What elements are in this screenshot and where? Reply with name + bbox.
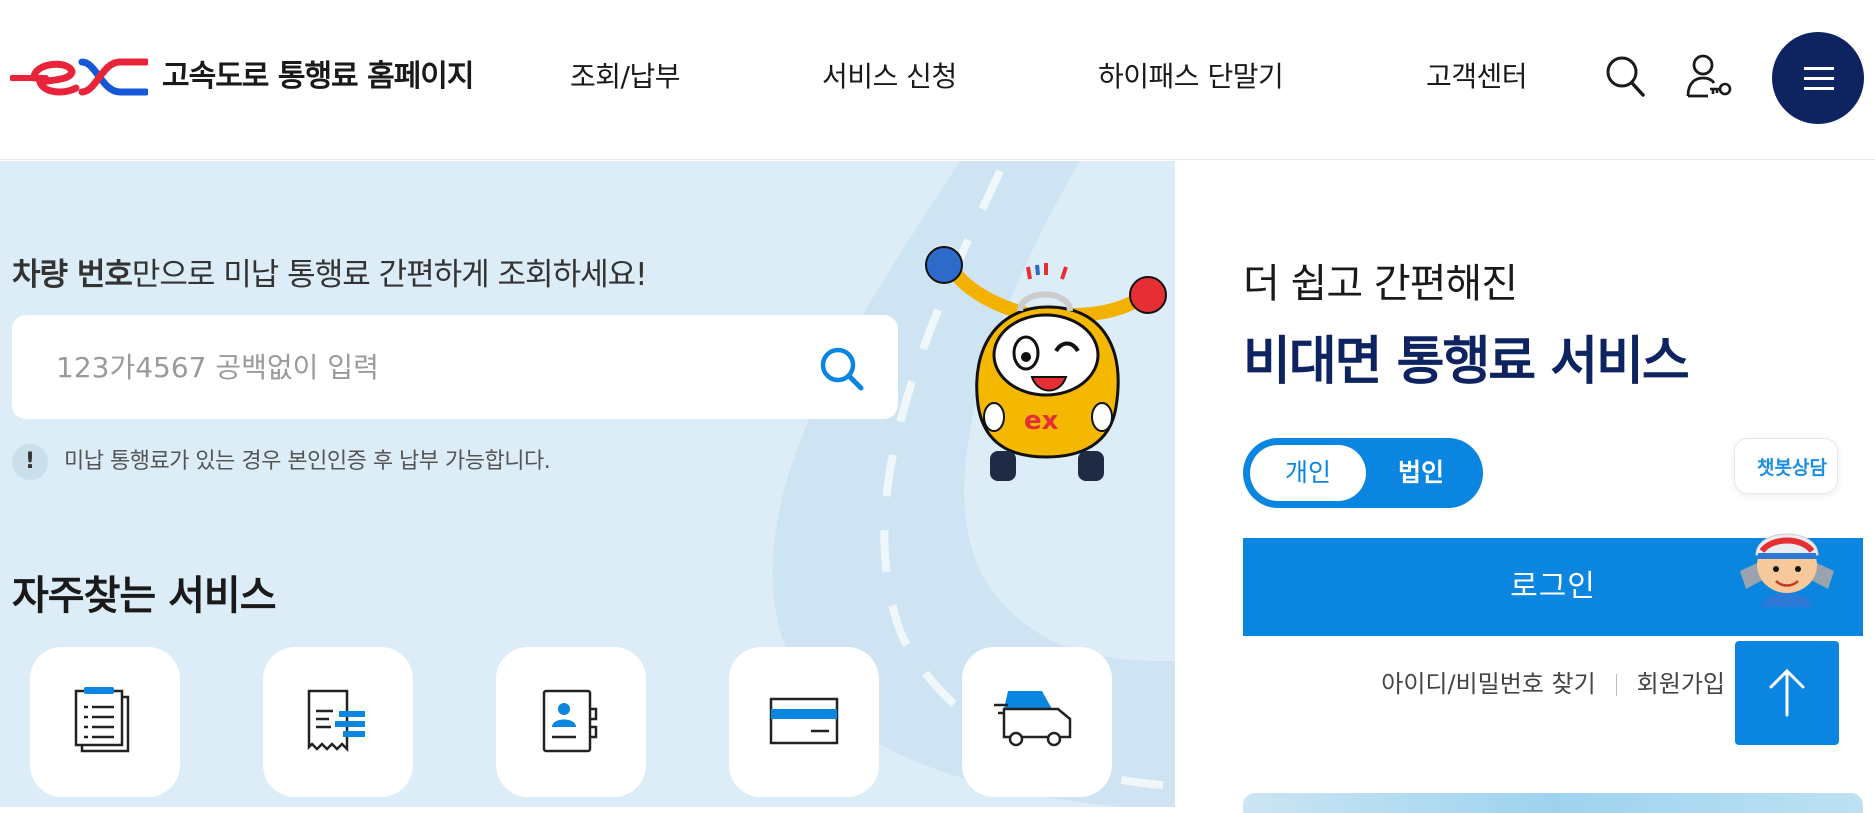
service-item[interactable] <box>729 647 879 797</box>
promo-bold: 차량 번호 <box>12 257 133 293</box>
nav-hipass-device[interactable]: 하이패스 단말기 <box>1098 54 1284 100</box>
promo-text: 차량 번호만으로 미납 통행료 간편하게 조회하세요! <box>12 249 648 294</box>
service-item[interactable] <box>263 647 413 797</box>
chatbot-character-icon[interactable] <box>1732 511 1842 615</box>
arrow-up-icon <box>1769 668 1805 717</box>
site-title[interactable]: 고속도로 통행료 홈페이지 <box>162 54 474 100</box>
find-id-password-link[interactable]: 아이디/비밀번호 찾기 <box>1381 670 1595 698</box>
toggle-personal[interactable]: 개인 <box>1250 445 1366 501</box>
ex-logo[interactable] <box>10 54 148 100</box>
service-item[interactable] <box>496 647 646 797</box>
svg-text:ex: ex <box>1024 406 1059 436</box>
fast-car-icon <box>994 691 1072 747</box>
site-header: 고속도로 통행료 홈페이지 조회/납부 서비스 신청 하이패스 단말기 고객센터 <box>0 0 1875 160</box>
mascot-car-illustration: ex <box>925 246 1167 481</box>
hamburger-menu-icon[interactable] <box>1772 32 1864 124</box>
service-item[interactable] <box>962 647 1112 797</box>
scroll-top-button[interactable] <box>1735 641 1839 745</box>
nav-service-apply[interactable]: 서비스 신청 <box>822 54 957 100</box>
banner-card-edge <box>1243 793 1863 813</box>
user-key-icon[interactable] <box>1686 52 1732 102</box>
panel-title: 비대면 통행료 서비스 <box>1243 332 1690 392</box>
contactless-service-panel: 더 쉽고 간편해진 비대면 통행료 서비스 개인 법인 로그인 아이디/비밀번호… <box>1175 161 1875 813</box>
promo-rest: 만으로 미납 통행료 간편하게 조회하세요! <box>131 257 648 293</box>
vehicle-search-section: 차량 번호만으로 미납 통행료 간편하게 조회하세요! ! 미납 통행료가 있는… <box>0 161 1175 807</box>
toggle-corporate[interactable]: 법인 <box>1363 445 1479 501</box>
nav-inquiry-payment[interactable]: 조회/납부 <box>570 54 680 100</box>
panel-subtitle: 더 쉽고 간편해진 <box>1243 261 1518 307</box>
vehicle-number-input[interactable] <box>56 343 776 391</box>
id-card-icon <box>542 689 598 753</box>
payment-notice: 미납 통행료가 있는 경우 본인인증 후 납부 가능합니다. <box>64 449 551 474</box>
chatbot-label: 챗봇상담 <box>1757 457 1827 479</box>
frequent-services-title: 자주찾는 서비스 <box>12 573 277 619</box>
account-links: 아이디/비밀번호 찾기 회원가입 <box>1175 664 1725 699</box>
receipt-icon <box>307 689 365 753</box>
service-item[interactable] <box>30 647 180 797</box>
search-icon[interactable] <box>1604 54 1646 100</box>
document-list-icon <box>74 687 130 753</box>
notice-icon: ! <box>12 444 48 480</box>
signup-link[interactable]: 회원가입 <box>1637 670 1725 698</box>
vehicle-search-box <box>12 315 898 419</box>
chatbot-bubble[interactable]: 챗봇상담 <box>1734 438 1838 494</box>
divider <box>1615 674 1617 696</box>
member-type-toggle: 개인 법인 <box>1243 438 1483 508</box>
search-icon[interactable] <box>818 345 866 393</box>
nav-customer-center[interactable]: 고객센터 <box>1426 54 1528 100</box>
credit-card-icon <box>769 697 839 745</box>
